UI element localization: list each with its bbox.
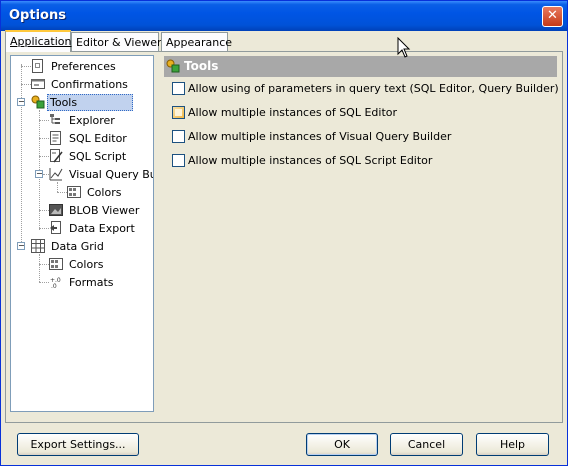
- tree-line: [39, 254, 40, 282]
- option-label: Allow using of parameters in query text …: [188, 82, 559, 95]
- window-title: Options: [9, 8, 66, 23]
- tools-icon: [166, 59, 180, 73]
- sql-script-icon: [50, 149, 63, 163]
- title-bar[interactable]: Options ✕: [1, 1, 567, 31]
- blob-viewer-icon: [49, 204, 63, 216]
- tree-item-label: SQL Script: [69, 150, 127, 163]
- tools-icon: [31, 95, 45, 109]
- tab-label: Editor & Viewers: [76, 36, 168, 49]
- export-settings-button[interactable]: Export Settings...: [17, 433, 139, 456]
- options-tree[interactable]: Preferences Confirmations − Tools Explor…: [10, 55, 154, 412]
- tree-line: [39, 210, 49, 211]
- tree-item-label: Preferences: [51, 60, 116, 73]
- checkbox[interactable]: [172, 130, 185, 143]
- tree-item-label: SQL Editor: [69, 132, 127, 145]
- tree-line: [21, 84, 31, 85]
- tab-appearance[interactable]: Appearance: [161, 32, 232, 51]
- sql-editor-icon: [50, 131, 61, 145]
- options-dialog: Options ✕ Application Editor & Viewers A…: [0, 0, 568, 466]
- tab-application[interactable]: Application: [5, 30, 71, 52]
- collapse-toggle[interactable]: −: [35, 170, 43, 178]
- tree-item-label: Data Export: [69, 222, 135, 235]
- tree-line: [57, 182, 58, 192]
- tree-item-label: Colors: [69, 258, 104, 271]
- tree-line: [21, 64, 22, 246]
- tree-item-label: Visual Query Builder: [69, 168, 153, 181]
- tree-line: [39, 120, 49, 121]
- mouse-cursor-icon: [397, 37, 411, 58]
- tree-item-label: Data Grid: [51, 240, 104, 253]
- colors-icon: [49, 258, 63, 270]
- cancel-button[interactable]: Cancel: [390, 433, 463, 456]
- tree-line: [39, 228, 49, 229]
- tree-item-label: Confirmations: [51, 78, 128, 91]
- tree-line: [57, 192, 67, 193]
- tree-line: [39, 282, 49, 283]
- option-label: Allow multiple instances of SQL Script E…: [188, 154, 433, 167]
- close-button[interactable]: ✕: [542, 6, 563, 27]
- svg-text:.0: .0: [51, 283, 57, 289]
- tree-line: [21, 66, 31, 67]
- collapse-toggle[interactable]: −: [17, 98, 25, 106]
- checkbox[interactable]: [172, 106, 185, 119]
- help-button[interactable]: Help: [476, 433, 549, 456]
- preferences-icon: [32, 59, 43, 73]
- tab-label: Appearance: [166, 36, 233, 49]
- ok-button[interactable]: OK: [306, 433, 378, 456]
- tree-item-label: Tools: [47, 94, 133, 111]
- tree-item-label: Formats: [69, 276, 114, 289]
- tree-line: [39, 264, 49, 265]
- panel-header: Tools: [164, 56, 557, 77]
- tree-line: [39, 156, 49, 157]
- checkbox[interactable]: [172, 82, 185, 95]
- collapse-toggle[interactable]: −: [17, 242, 25, 250]
- tab-label: Application: [10, 35, 72, 48]
- tab-editor-viewers[interactable]: Editor & Viewers: [71, 32, 167, 51]
- data-export-icon: [50, 221, 61, 234]
- colors-icon: [67, 186, 81, 198]
- tree-item-label: Colors: [87, 186, 122, 199]
- tree-line: [39, 138, 49, 139]
- tree-item-label: BLOB Viewer: [69, 204, 140, 217]
- option-label: Allow multiple instances of SQL Editor: [188, 106, 398, 119]
- data-grid-icon: [31, 239, 45, 253]
- confirmations-icon: [31, 79, 45, 89]
- formats-icon: +.0.0: [50, 277, 61, 289]
- query-builder-icon: [49, 168, 63, 181]
- option-label: Allow multiple instances of Visual Query…: [188, 130, 452, 143]
- explorer-icon: [50, 114, 60, 124]
- tree-item-label: Explorer: [69, 114, 115, 127]
- panel-title: Tools: [184, 59, 219, 73]
- checkbox[interactable]: [172, 154, 185, 167]
